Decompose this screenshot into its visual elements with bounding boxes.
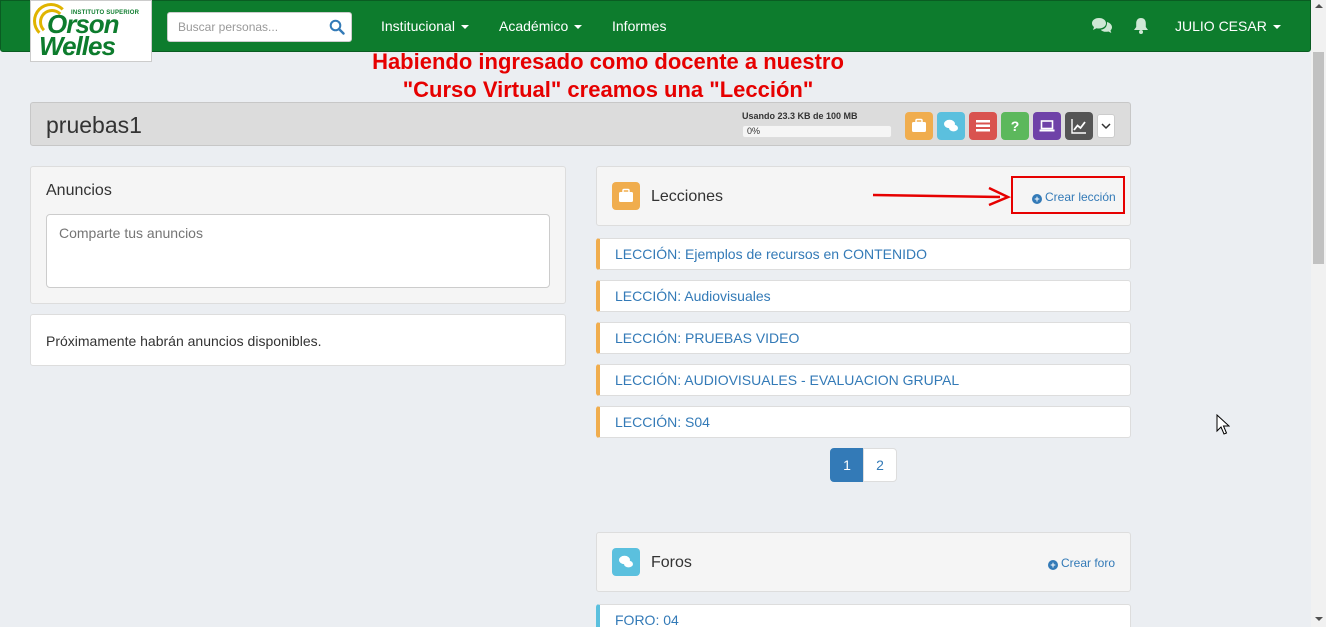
- virtual-class-tool-button[interactable]: [1033, 112, 1061, 140]
- forums-title: Foros: [651, 554, 692, 571]
- tutorial-annotation: Habiendo ingresado como docente a nuestr…: [340, 48, 876, 104]
- list-tool-button[interactable]: [969, 112, 997, 140]
- question-icon: ?: [1011, 118, 1020, 134]
- lesson-item[interactable]: LECCIÓN: PRUEBAS VIDEO: [596, 322, 1131, 354]
- institution-logo[interactable]: INSTITUTO SUPERIOR Orson Welles: [30, 0, 152, 62]
- more-tools-button[interactable]: [1097, 114, 1115, 138]
- lessons-section-icon: [612, 182, 640, 210]
- briefcase-icon: [619, 188, 633, 202]
- lessons-tool-button[interactable]: [905, 112, 933, 140]
- lesson-item-label: LECCIÓN: AUDIOVISUALES - EVALUACION GRUP…: [615, 372, 960, 388]
- announcement-textarea[interactable]: [46, 214, 550, 288]
- nav-informes-label: Informes: [612, 18, 667, 34]
- annotation-line-2: "Curso Virtual" creamos una "Lección": [402, 77, 814, 102]
- top-navbar: Institucional Académico Informes JULIO C…: [0, 0, 1311, 52]
- lesson-item-label: LECCIÓN: S04: [615, 414, 710, 430]
- create-forum-link[interactable]: + Crear foro: [1048, 556, 1115, 570]
- forums-section-icon: [612, 548, 640, 576]
- scrollbar-thumb[interactable]: [1313, 52, 1324, 264]
- nav-informes[interactable]: Informes: [612, 18, 666, 34]
- reports-tool-button[interactable]: [1065, 112, 1093, 140]
- search-icon[interactable]: [329, 19, 345, 35]
- storage-progress-bar: 0%: [742, 125, 892, 138]
- plus-circle-icon: +: [1048, 560, 1058, 570]
- pagination-page-label: 1: [843, 457, 851, 473]
- bell-icon[interactable]: [1133, 17, 1149, 35]
- chevron-down-icon: [1272, 25, 1281, 30]
- lesson-item-label: LECCIÓN: Audiovisuales: [615, 288, 771, 304]
- chevron-down-icon: [1101, 123, 1111, 130]
- forum-item-label: FORO: 04: [615, 612, 679, 627]
- mouse-cursor-icon: [1216, 414, 1230, 435]
- nav-institucional-label: Institucional: [381, 18, 455, 34]
- lesson-item-label: LECCIÓN: Ejemplos de recursos en CONTENI…: [615, 246, 927, 262]
- nav-academico-label: Académico: [499, 18, 569, 34]
- vertical-scrollbar[interactable]: [1311, 0, 1326, 627]
- pagination-page-label: 2: [876, 457, 884, 473]
- laptop-icon: [1039, 120, 1055, 132]
- user-name: JULIO CESAR: [1175, 18, 1267, 34]
- pagination-page-2[interactable]: 2: [863, 448, 897, 482]
- user-menu[interactable]: JULIO CESAR: [1175, 18, 1281, 34]
- pagination-page-1[interactable]: 1: [830, 448, 864, 482]
- course-header: pruebas1 Usando 23.3 KB de 100 MB 0% ?: [30, 102, 1131, 146]
- announcements-panel: Anuncios: [30, 166, 566, 304]
- announcements-empty-panel: Próximamente habrán anuncios disponibles…: [30, 314, 566, 366]
- storage-usage-text: Usando 23.3 KB de 100 MB: [742, 111, 858, 121]
- chevron-down-icon: [460, 25, 469, 30]
- nav-institucional[interactable]: Institucional: [381, 18, 469, 34]
- storage-progress-text: 0%: [747, 126, 761, 136]
- search-box[interactable]: [167, 12, 352, 42]
- announcements-empty-text: Próximamente habrán anuncios disponibles…: [46, 333, 322, 349]
- lesson-item[interactable]: LECCIÓN: S04: [596, 406, 1131, 438]
- lesson-item[interactable]: LECCIÓN: AUDIOVISUALES - EVALUACION GRUP…: [596, 364, 1131, 396]
- annotation-highlight-box: [1011, 176, 1125, 214]
- lessons-title: Lecciones: [651, 188, 724, 205]
- lesson-item[interactable]: LECCIÓN: Ejemplos de recursos en CONTENI…: [596, 238, 1131, 270]
- announcements-title: Anuncios: [46, 182, 112, 199]
- list-icon: [976, 120, 990, 132]
- search-input[interactable]: [168, 13, 328, 41]
- comments-icon: [619, 555, 633, 568]
- comments-icon: [944, 119, 958, 132]
- course-title: pruebas1: [46, 112, 142, 138]
- annotation-line-1: Habiendo ingresado como docente a nuestr…: [372, 49, 844, 74]
- forums-tool-button[interactable]: [937, 112, 965, 140]
- svg-text:?: ?: [1011, 118, 1020, 134]
- annotation-arrow: [872, 186, 1012, 207]
- scroll-down-arrow-icon[interactable]: [1315, 617, 1323, 621]
- logo-word-2: Welles: [39, 31, 116, 61]
- lesson-item[interactable]: LECCIÓN: Audiovisuales: [596, 280, 1131, 312]
- create-forum-label: Crear foro: [1061, 556, 1116, 570]
- briefcase-icon: [912, 118, 926, 132]
- comments-icon[interactable]: [1091, 17, 1113, 35]
- scroll-up-arrow-icon[interactable]: [1315, 4, 1323, 8]
- lesson-item-label: LECCIÓN: PRUEBAS VIDEO: [615, 330, 800, 346]
- chart-icon: [1071, 119, 1086, 134]
- forum-item[interactable]: FORO: 04: [596, 604, 1131, 627]
- nav-academico[interactable]: Académico: [499, 18, 583, 34]
- help-tool-button[interactable]: ?: [1001, 112, 1029, 140]
- chevron-down-icon: [574, 25, 583, 30]
